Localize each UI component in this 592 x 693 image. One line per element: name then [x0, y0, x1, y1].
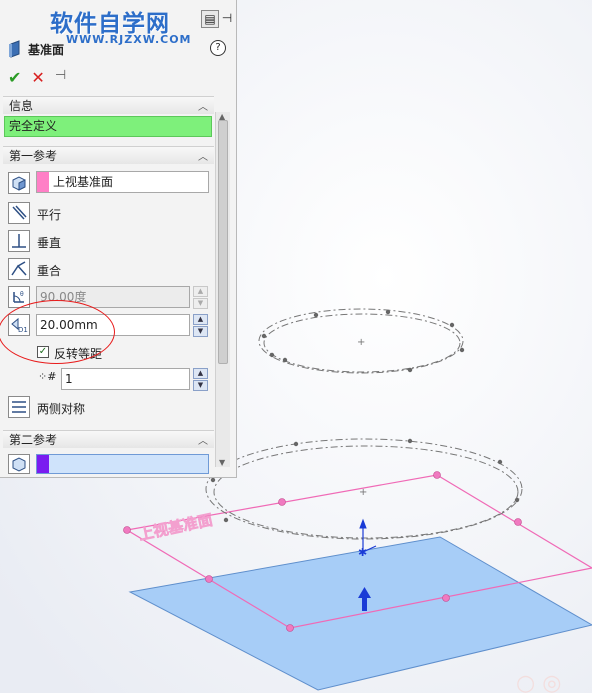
watermark-url: WWW.RJZXW.COM [66, 33, 192, 46]
mid-plane-icon[interactable] [8, 396, 30, 418]
ok-button[interactable]: ✔ [8, 68, 21, 87]
second-reference-color [37, 455, 49, 473]
info-section-header[interactable]: 信息 ︿ [3, 96, 214, 114]
option-mid-plane[interactable]: 两侧对称 [37, 400, 85, 417]
coincident-icon[interactable] [8, 258, 30, 280]
panel-pin-icon[interactable]: ⊣ [219, 10, 235, 26]
first-reference-color [37, 172, 49, 192]
collapse-chevron-icon[interactable]: ︿ [198, 432, 208, 447]
panel-scrollbar[interactable]: ▲ ▼ [215, 112, 230, 467]
second-reference-title: 第二参考 [9, 433, 58, 447]
first-reference-field[interactable]: 上视基准面 [36, 171, 209, 193]
distance-spinner[interactable]: ▲ ▼ [193, 314, 208, 337]
panel-title: 基准面 [28, 42, 65, 57]
status-message: 完全定义 [4, 116, 212, 137]
second-reference-header[interactable]: 第二参考 ︿ [3, 430, 214, 448]
angle-spinner[interactable]: ▲ ▼ [193, 286, 208, 309]
reference-entity-icon [8, 172, 30, 194]
origin-marker-upper: + [357, 337, 365, 348]
collapse-chevron-icon[interactable]: ︿ [198, 98, 208, 113]
option-perpendicular[interactable]: 垂直 [37, 234, 61, 251]
svg-text:θ: θ [20, 291, 24, 298]
second-reference-field[interactable] [36, 454, 209, 474]
option-parallel[interactable]: 平行 [37, 206, 61, 223]
cancel-button[interactable]: ✕ [31, 68, 44, 87]
action-bar: ✔ ✕ ⊣ [8, 68, 66, 87]
parallel-icon[interactable] [8, 202, 30, 224]
keep-visible-button[interactable]: ⊣ [55, 68, 66, 87]
first-reference-title: 第一参考 [9, 149, 58, 163]
instances-input[interactable]: 1 [61, 368, 190, 390]
instances-spinner[interactable]: ▲ ▼ [193, 368, 208, 391]
svg-text:✱: ✱ [358, 546, 367, 559]
origin-marker-lower: + [359, 487, 367, 498]
highlight-annotation [0, 300, 115, 364]
scroll-down-icon[interactable]: ▼ [219, 458, 225, 467]
info-section-title: 信息 [9, 99, 34, 113]
collapse-chevron-icon[interactable]: ︿ [198, 148, 208, 163]
instances-icon: ⁘# [38, 370, 57, 383]
help-button[interactable]: ? [210, 40, 226, 56]
scroll-thumb[interactable] [218, 120, 228, 364]
property-manager-panel: 软件自学网 WWW.RJZXW.COM ▤ ⊣ 基准面 ? ✔ ✕ ⊣ 信息 ︿… [0, 0, 237, 478]
perpendicular-icon[interactable] [8, 230, 30, 252]
option-coincident[interactable]: 重合 [37, 262, 61, 279]
corner-watermark: ○ ◎ [516, 671, 561, 693]
reference-entity-icon [8, 454, 30, 474]
first-reference-header[interactable]: 第一参考 ︿ [3, 146, 214, 164]
plane-feature-icon [9, 40, 20, 58]
panel-title-row: 基准面 [8, 40, 64, 58]
panel-menu-icon[interactable]: ▤ [201, 10, 219, 28]
